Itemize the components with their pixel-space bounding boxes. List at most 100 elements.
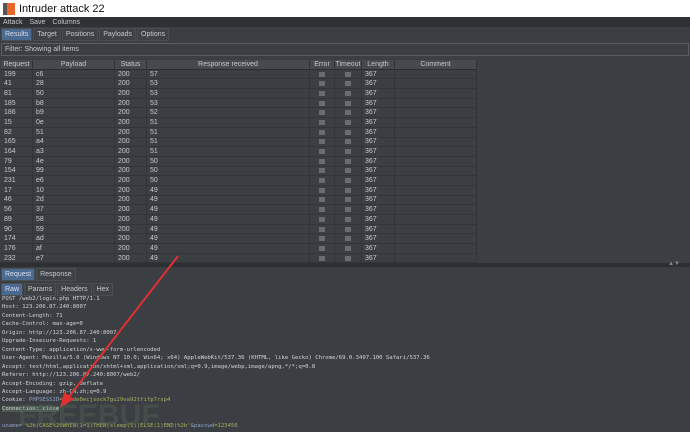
cell: 176 [1, 244, 33, 253]
menu-bar: Attack Save Columns [0, 17, 690, 27]
cell: 50 [147, 176, 310, 185]
cell: 200 [115, 156, 147, 166]
column-header[interactable]: Payload [33, 60, 115, 68]
table-row[interactable]: 90 59 200 49 367 [1, 224, 477, 235]
table-row[interactable]: 164 a3 200 51 367 [1, 147, 477, 157]
table-row[interactable]: 174 ad 200 49 367 [1, 234, 477, 245]
table-row[interactable]: 232 e7 200 49 367 [1, 253, 477, 264]
request-line: User-Agent: Mozilla/5.0 (Windows NT 10.0… [2, 355, 430, 362]
table-row[interactable]: 154 99 200 50 367 [1, 166, 477, 177]
error-cell [310, 253, 335, 263]
cell: 367 [362, 147, 395, 156]
checkbox [345, 71, 351, 77]
cell: 200 [115, 176, 147, 185]
table-row[interactable]: 17 10 200 49 367 [1, 185, 477, 196]
table-row[interactable]: 46 2d 200 49 367 [1, 195, 477, 206]
cell: 17 [1, 185, 33, 195]
cell: 15 [1, 118, 33, 127]
checkbox [345, 158, 351, 164]
tab-payloads[interactable]: Payloads [99, 28, 137, 41]
menu-save[interactable]: Save [29, 19, 45, 26]
column-header[interactable]: Length [362, 60, 395, 68]
error-cell [310, 156, 335, 166]
table-row[interactable]: 199 c6 200 57 367 [1, 69, 477, 80]
table-row[interactable]: 56 37 200 49 367 [1, 205, 477, 215]
table-row[interactable]: 82 51 200 51 367 [1, 127, 477, 138]
cell: 58 [33, 215, 115, 224]
tab-target[interactable]: Target [33, 28, 61, 41]
table-row[interactable]: 15 0e 200 51 367 [1, 118, 477, 128]
table-row[interactable]: 186 b9 200 52 367 [1, 108, 477, 119]
tab-options[interactable]: Options [137, 28, 170, 41]
body-key-uname: uname [2, 422, 19, 429]
column-header[interactable]: Timeout [335, 60, 362, 68]
cell: 367 [362, 195, 395, 205]
error-cell [310, 98, 335, 108]
error-cell [310, 147, 335, 156]
checkbox [345, 100, 351, 106]
request-line: Content-Type: application/x-www-form-url… [2, 346, 161, 353]
comment-cell [395, 215, 477, 224]
cell: 82 [1, 127, 33, 137]
table-row[interactable]: 79 4e 200 50 367 [1, 156, 477, 167]
cell: 164 [1, 147, 33, 156]
cell: 165 [1, 137, 33, 147]
cell: 200 [115, 224, 147, 234]
cell: 2d [33, 195, 115, 205]
column-header[interactable]: Error [310, 60, 335, 68]
collapse-arrows-icon[interactable]: ▲▼ [668, 261, 680, 267]
cell: 200 [115, 137, 147, 147]
burp-logo-icon [3, 2, 15, 15]
body-line: uname='%2b(CASE%20WHEN(1=1)THEN(sleep(5)… [2, 422, 430, 430]
cell: 367 [362, 224, 395, 234]
cell: a3 [33, 147, 115, 156]
column-header[interactable]: Request [1, 60, 33, 68]
checkbox [345, 139, 351, 145]
table-row[interactable]: 81 50 200 53 367 [1, 89, 477, 99]
tab-results[interactable]: Results [1, 28, 33, 41]
checkbox [345, 197, 351, 203]
column-header[interactable]: Comment [395, 60, 477, 68]
checkbox [319, 187, 325, 193]
table-row[interactable]: 165 a4 200 51 367 [1, 137, 477, 148]
split-divider[interactable]: ▲▼ [0, 261, 690, 267]
timeout-cell [335, 195, 362, 205]
error-cell [310, 205, 335, 214]
raw-request-editor[interactable]: POST /web2/login.php HTTP/1.1 Host: 123.2… [2, 295, 430, 430]
tab-response[interactable]: Response [36, 268, 76, 281]
table-row[interactable]: 231 e6 200 50 367 [1, 176, 477, 186]
cell: 174 [1, 234, 33, 244]
timeout-cell [335, 98, 362, 108]
comment-cell [395, 69, 477, 79]
menu-columns[interactable]: Columns [52, 19, 80, 26]
column-header[interactable]: Status [115, 60, 147, 68]
checkbox [345, 207, 351, 213]
menu-attack[interactable]: Attack [3, 19, 22, 26]
checkbox [345, 110, 351, 116]
table-row[interactable]: 89 58 200 49 367 [1, 215, 477, 225]
cell: 99 [33, 166, 115, 176]
cell: 367 [362, 205, 395, 214]
checkbox [319, 168, 325, 174]
checkbox [345, 168, 351, 174]
cell: 200 [115, 98, 147, 108]
column-header[interactable]: Response received [147, 60, 310, 68]
tab-positions[interactable]: Positions [61, 28, 99, 41]
timeout-cell [335, 176, 362, 185]
cell: 10 [33, 185, 115, 195]
error-cell [310, 166, 335, 176]
cell: 51 [147, 118, 310, 127]
table-row[interactable]: 176 af 200 49 367 [1, 244, 477, 254]
cell: 367 [362, 215, 395, 224]
cell: 199 [1, 69, 33, 79]
cell: 4e [33, 156, 115, 166]
filter-bar[interactable]: Filter: Showing all items [1, 43, 689, 56]
table-row[interactable]: 41 28 200 53 367 [1, 79, 477, 90]
error-cell [310, 185, 335, 195]
cell: 49 [147, 195, 310, 205]
comment-cell [395, 147, 477, 156]
tab-request[interactable]: Request [1, 268, 36, 281]
cell: e6 [33, 176, 115, 185]
table-row[interactable]: 185 b8 200 53 367 [1, 98, 477, 109]
cell: 367 [362, 185, 395, 195]
